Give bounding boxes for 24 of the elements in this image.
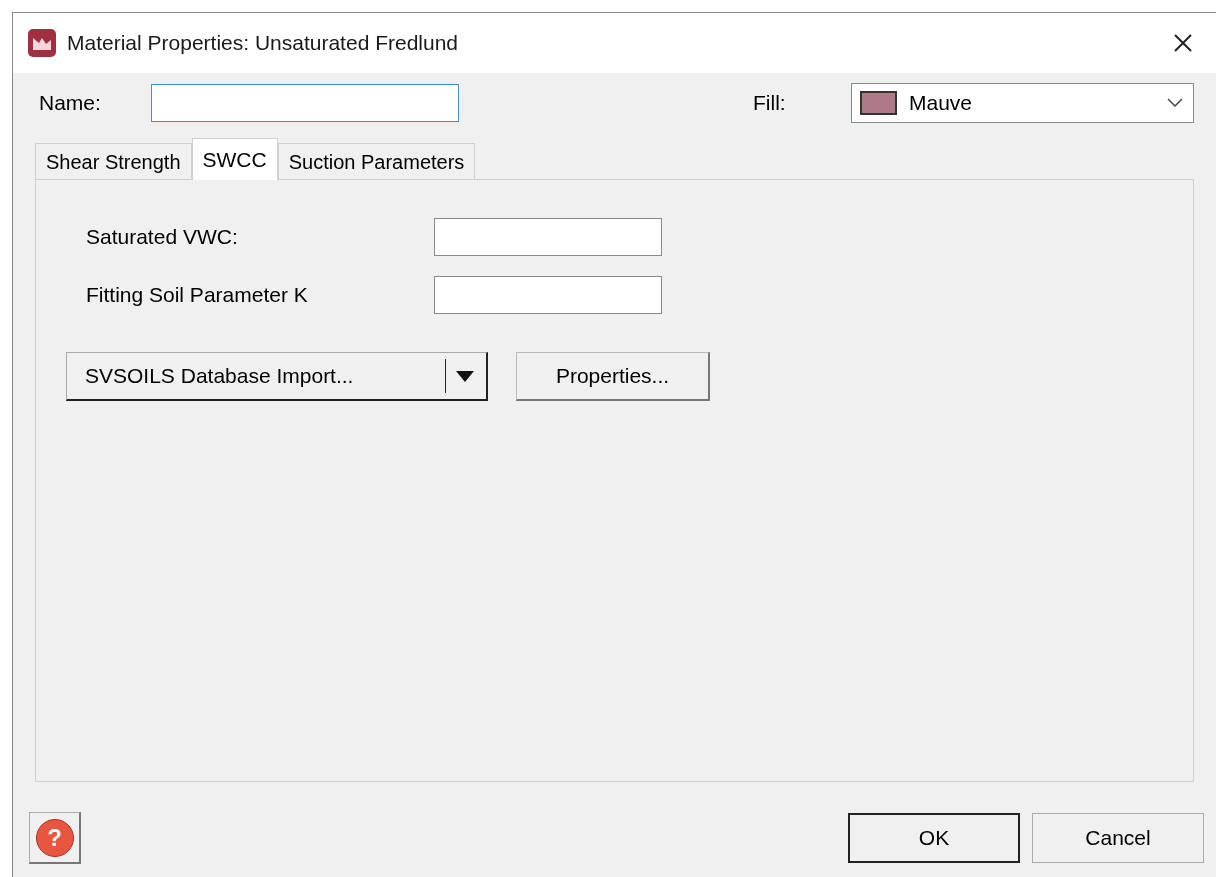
fill-dropdown[interactable]: Mauve: [851, 83, 1194, 123]
close-icon: [1173, 33, 1193, 53]
import-split-button[interactable]: SVSOILS Database Import...: [66, 352, 488, 401]
tab[interactable]: Shear Strength: [35, 143, 192, 179]
dropdown-arrow-icon: [456, 370, 474, 382]
import-label: SVSOILS Database Import...: [85, 363, 355, 390]
window-title: Material Properties: Unsaturated Fredlund: [67, 30, 459, 57]
app-icon: [27, 28, 57, 58]
name-label: Name:: [39, 90, 102, 117]
help-icon: ?: [35, 818, 74, 857]
help-button[interactable]: ?: [29, 812, 81, 864]
fill-value: Mauve: [909, 90, 973, 117]
tab[interactable]: Suction Parameters: [277, 143, 476, 179]
chevron-down-icon: [1167, 98, 1183, 108]
input-field[interactable]: [434, 276, 662, 314]
properties-button[interactable]: Properties...: [516, 352, 710, 401]
dialog-button[interactable]: Cancel: [1032, 813, 1204, 863]
input-field[interactable]: [434, 218, 662, 256]
name-input[interactable]: [151, 84, 459, 122]
tab[interactable]: SWCC: [191, 138, 278, 180]
field-label: Saturated VWC:: [86, 224, 239, 251]
fill-label: Fill:: [753, 90, 787, 117]
dialog-button[interactable]: OK: [848, 813, 1020, 863]
field-label: Fitting Soil Parameter K: [86, 282, 309, 309]
